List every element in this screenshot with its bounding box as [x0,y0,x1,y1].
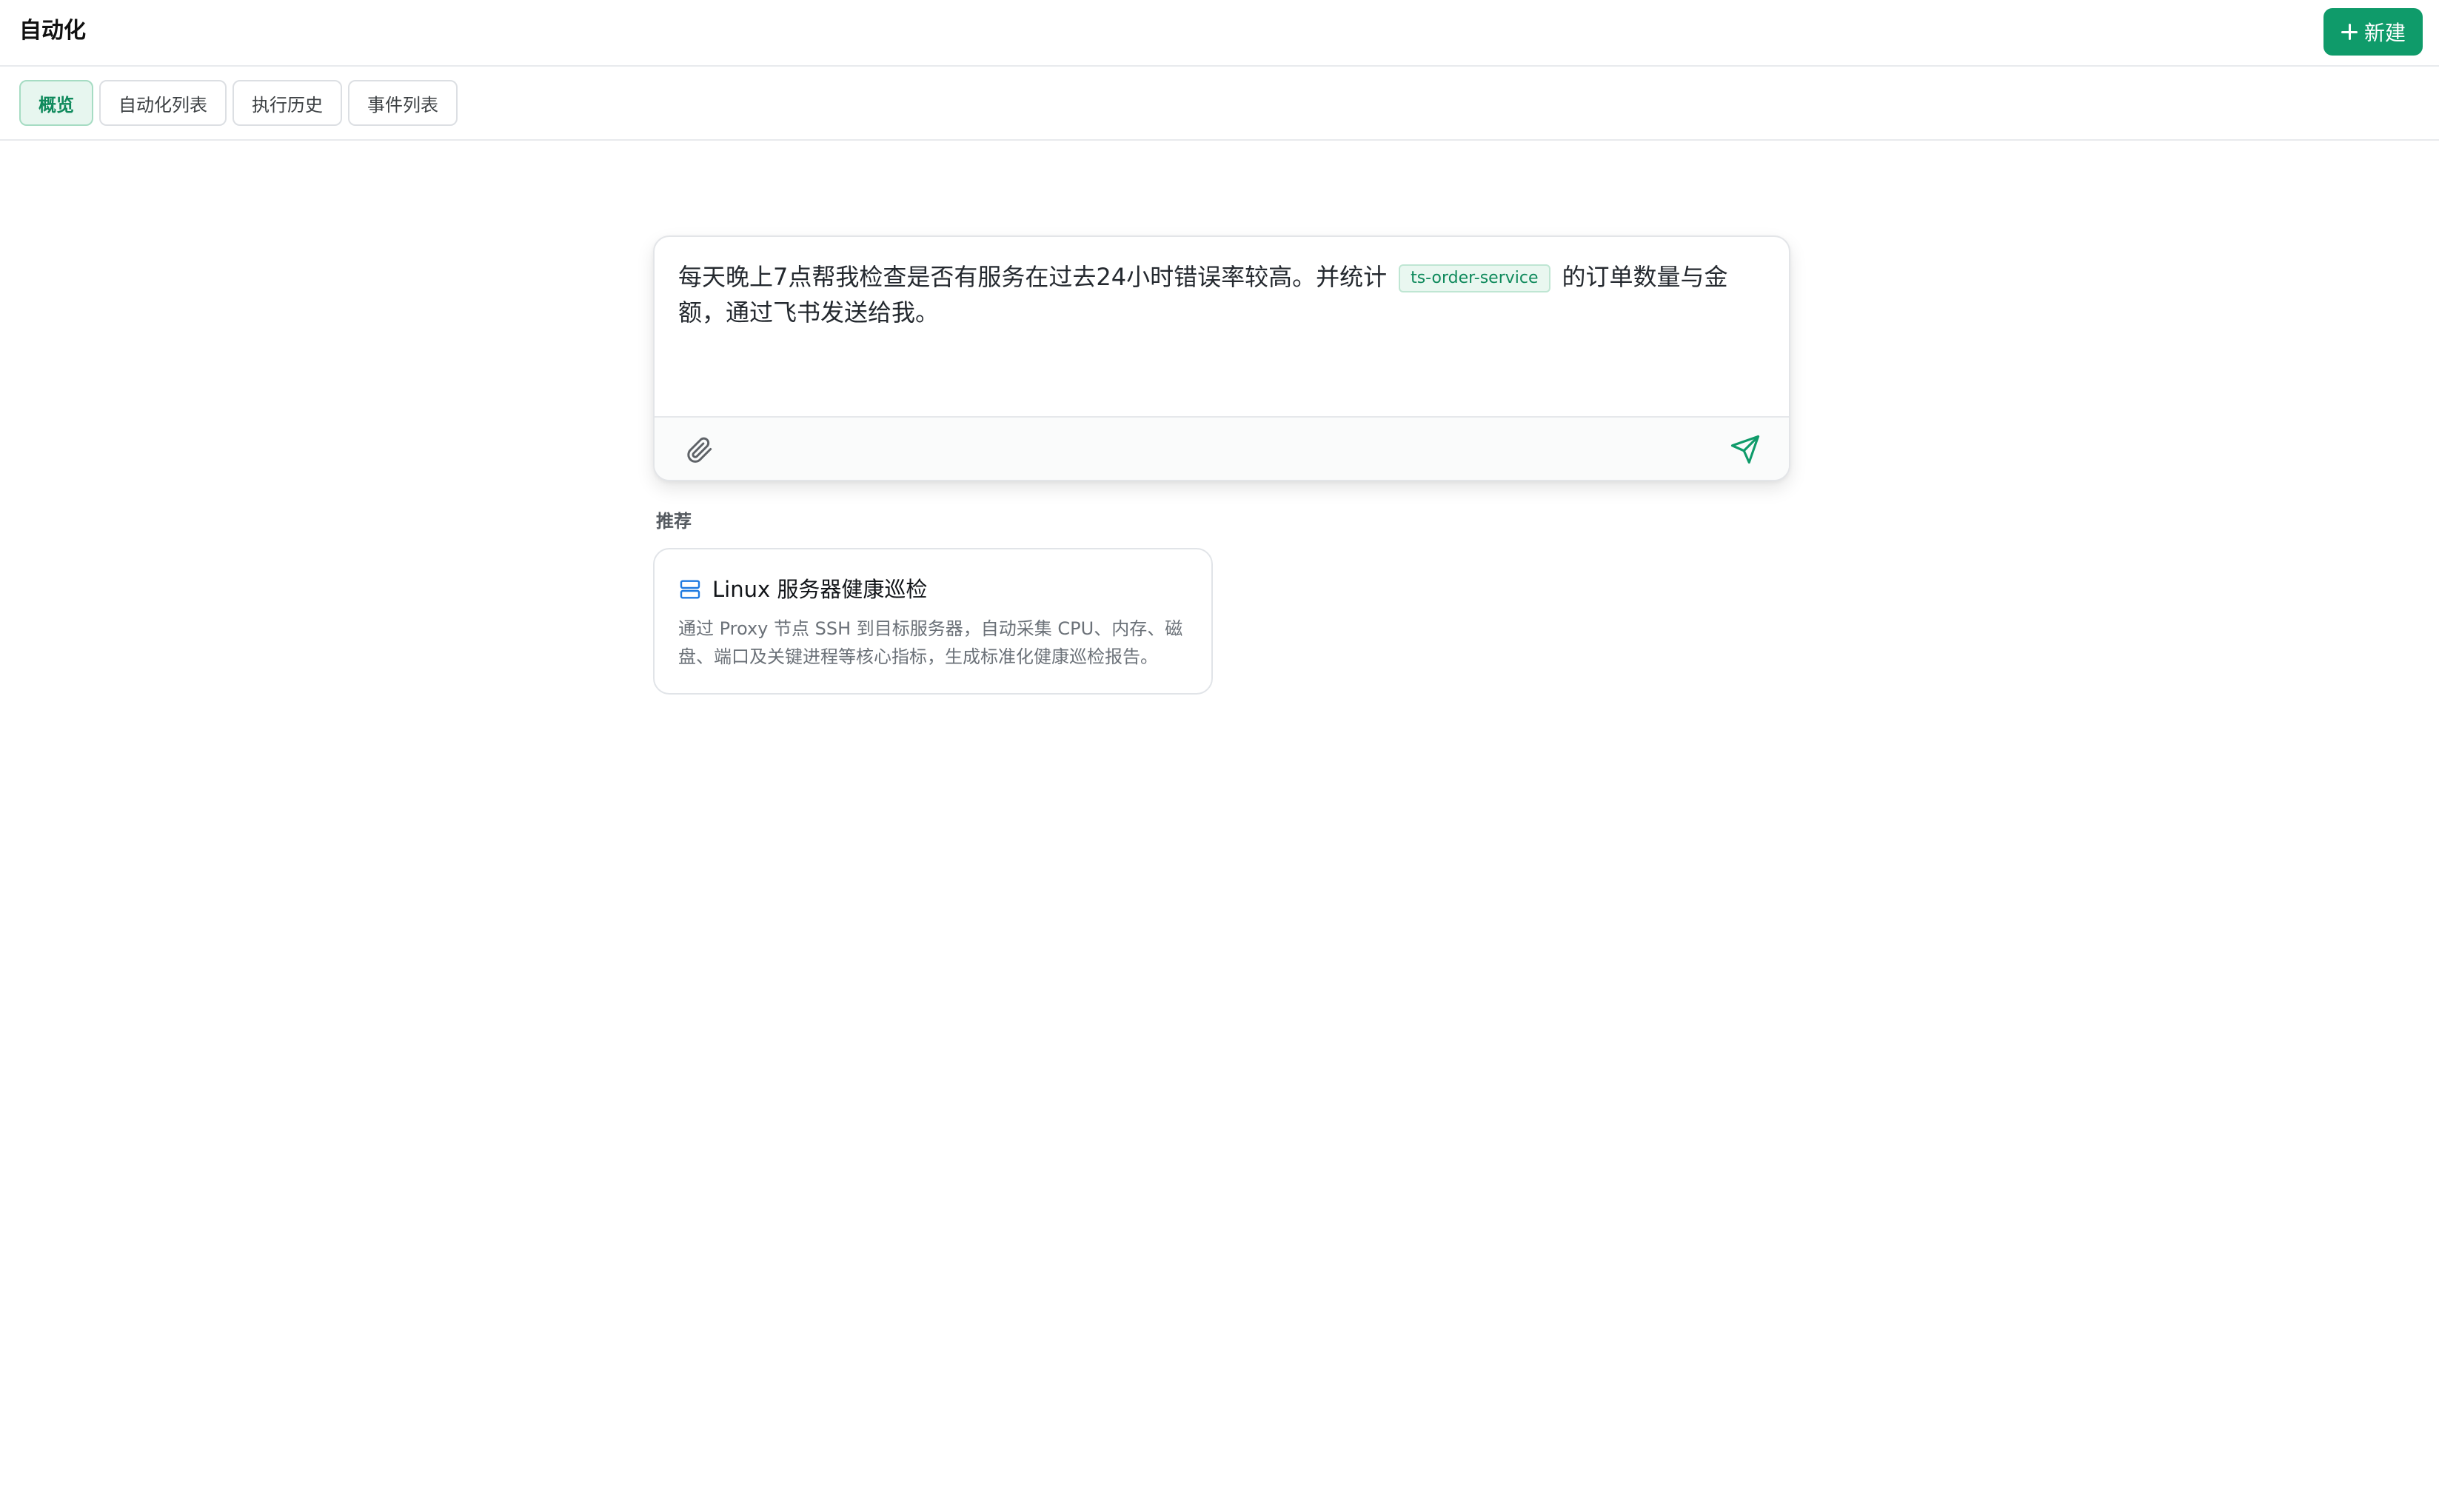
server-icon [680,580,700,599]
tab-bar: 概览 自动化列表 执行历史 事件列表 [0,67,2439,141]
recommendation-description: 通过 Proxy 节点 SSH 到目标服务器，自动采集 CPU、内存、磁盘、端口… [678,618,1183,667]
paperclip-icon [687,437,712,463]
prompt-composer: 每天晚上7点帮我检查是否有服务在过去24小时错误率较高。并统计 ts-order-… [653,235,1790,481]
top-bar: 自动化 新建 [0,0,2439,67]
plus-icon [2341,23,2358,41]
attach-button[interactable] [684,435,714,465]
tab-automation-list[interactable]: 自动化列表 [99,80,227,126]
page-title: 自动化 [19,18,86,44]
new-button-label: 新建 [2363,21,2406,45]
send-button[interactable] [1730,434,1761,465]
prompt-input[interactable]: 每天晚上7点帮我检查是否有服务在过去24小时错误率较高。并统计 ts-order-… [678,259,1767,330]
service-tag-chip[interactable]: ts-order-service [1399,264,1550,292]
recommendation-card[interactable]: Linux 服务器健康巡检 通过 Proxy 节点 SSH 到目标服务器，自动采… [653,548,1213,695]
recommendations-label: 推荐 [656,511,692,532]
composer-toolbar [655,416,1789,480]
tab-overview[interactable]: 概览 [19,80,93,126]
tab-event-list[interactable]: 事件列表 [348,80,458,126]
recommendation-title: Linux 服务器健康巡检 [712,577,928,602]
tab-execution-history[interactable]: 执行历史 [232,80,342,126]
send-icon [1730,435,1760,464]
recommendation-card-header: Linux 服务器健康巡检 [678,575,927,604]
prompt-text-before: 每天晚上7点帮我检查是否有服务在过去24小时错误率较高。并统计 [678,263,1388,291]
new-automation-button[interactable]: 新建 [2323,8,2423,56]
